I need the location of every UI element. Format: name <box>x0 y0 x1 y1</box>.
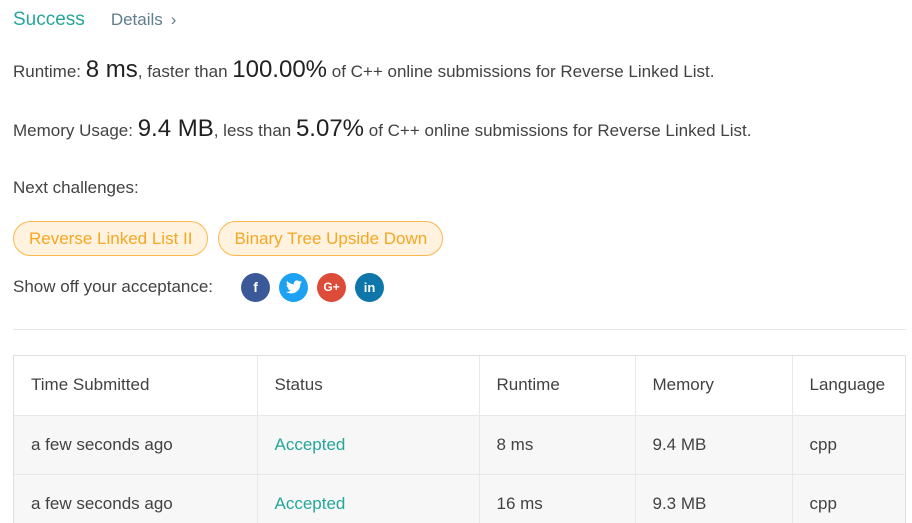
runtime-value: 8 ms <box>85 56 138 83</box>
header-status: Status <box>257 356 480 416</box>
cell-memory: 9.4 MB <box>635 415 793 475</box>
memory-percent: 5.07% <box>295 115 365 142</box>
cell-runtime: 16 ms <box>479 474 636 523</box>
memory-middle: , less than <box>213 121 296 140</box>
cell-runtime: 8 ms <box>479 415 636 475</box>
header-memory: Memory <box>635 356 793 416</box>
runtime-prefix: Runtime: <box>13 62 86 81</box>
header-runtime: Runtime <box>479 356 636 416</box>
cell-time-submitted: a few seconds ago <box>14 415 258 475</box>
share-icons: f G+ in <box>241 272 385 302</box>
twitter-icon[interactable] <box>279 272 309 302</box>
share-label: Show off your acceptance: <box>13 277 214 296</box>
memory-suffix: of C++ online submissions for Reverse Li… <box>364 121 752 140</box>
status-success-label: Success <box>13 9 85 30</box>
cell-time-submitted: a few seconds ago <box>14 474 258 523</box>
challenge-chip-binary-tree-upside-down[interactable]: Binary Tree Upside Down <box>218 221 444 256</box>
share-row: Show off your acceptance: f G+ in <box>13 272 385 302</box>
details-link[interactable]: Details › <box>111 10 177 30</box>
next-challenges-label: Next challenges: <box>13 178 139 197</box>
linkedin-icon[interactable]: in <box>355 272 385 302</box>
header-time-submitted: Time Submitted <box>14 356 258 416</box>
facebook-icon[interactable]: f <box>241 272 271 302</box>
runtime-middle: , faster than <box>137 62 233 81</box>
memory-stat: Memory Usage: 9.4 MB, less than 5.07% of… <box>13 115 751 143</box>
challenge-chip-reverse-linked-list-ii[interactable]: Reverse Linked List II <box>13 221 209 256</box>
status-header: Success Details › <box>13 6 176 34</box>
submissions-table: Time Submitted Status Runtime Memory Lan… <box>13 355 906 523</box>
table-row: a few seconds ago Accepted 16 ms 9.3 MB … <box>14 474 905 523</box>
cell-status: Accepted <box>257 415 480 475</box>
cell-language: cpp <box>792 474 905 523</box>
memory-value: 9.4 MB <box>137 115 214 142</box>
submission-result-page: Success Details › Runtime: 8 ms, faster … <box>0 0 912 523</box>
runtime-suffix: of C++ online submissions for Reverse Li… <box>327 62 715 81</box>
header-language: Language <box>792 356 905 416</box>
details-label: Details <box>110 10 163 29</box>
table-header-row: Time Submitted Status Runtime Memory Lan… <box>14 356 905 416</box>
cell-memory: 9.3 MB <box>635 474 793 523</box>
status-accepted-link[interactable]: Accepted <box>275 435 346 454</box>
runtime-percent: 100.00% <box>232 56 328 83</box>
twitter-bird-glyph <box>285 280 302 294</box>
section-divider <box>13 329 906 330</box>
status-accepted-link[interactable]: Accepted <box>275 494 346 513</box>
next-challenges-list: Reverse Linked List II Binary Tree Upsid… <box>13 221 444 256</box>
google-plus-icon[interactable]: G+ <box>317 272 347 302</box>
memory-prefix: Memory Usage: <box>13 121 138 140</box>
cell-language: cpp <box>792 415 905 475</box>
runtime-stat: Runtime: 8 ms, faster than 100.00% of C+… <box>13 56 714 84</box>
cell-status: Accepted <box>257 474 480 523</box>
table-row: a few seconds ago Accepted 8 ms 9.4 MB c… <box>14 415 905 475</box>
chevron-right-icon: › <box>170 10 177 29</box>
